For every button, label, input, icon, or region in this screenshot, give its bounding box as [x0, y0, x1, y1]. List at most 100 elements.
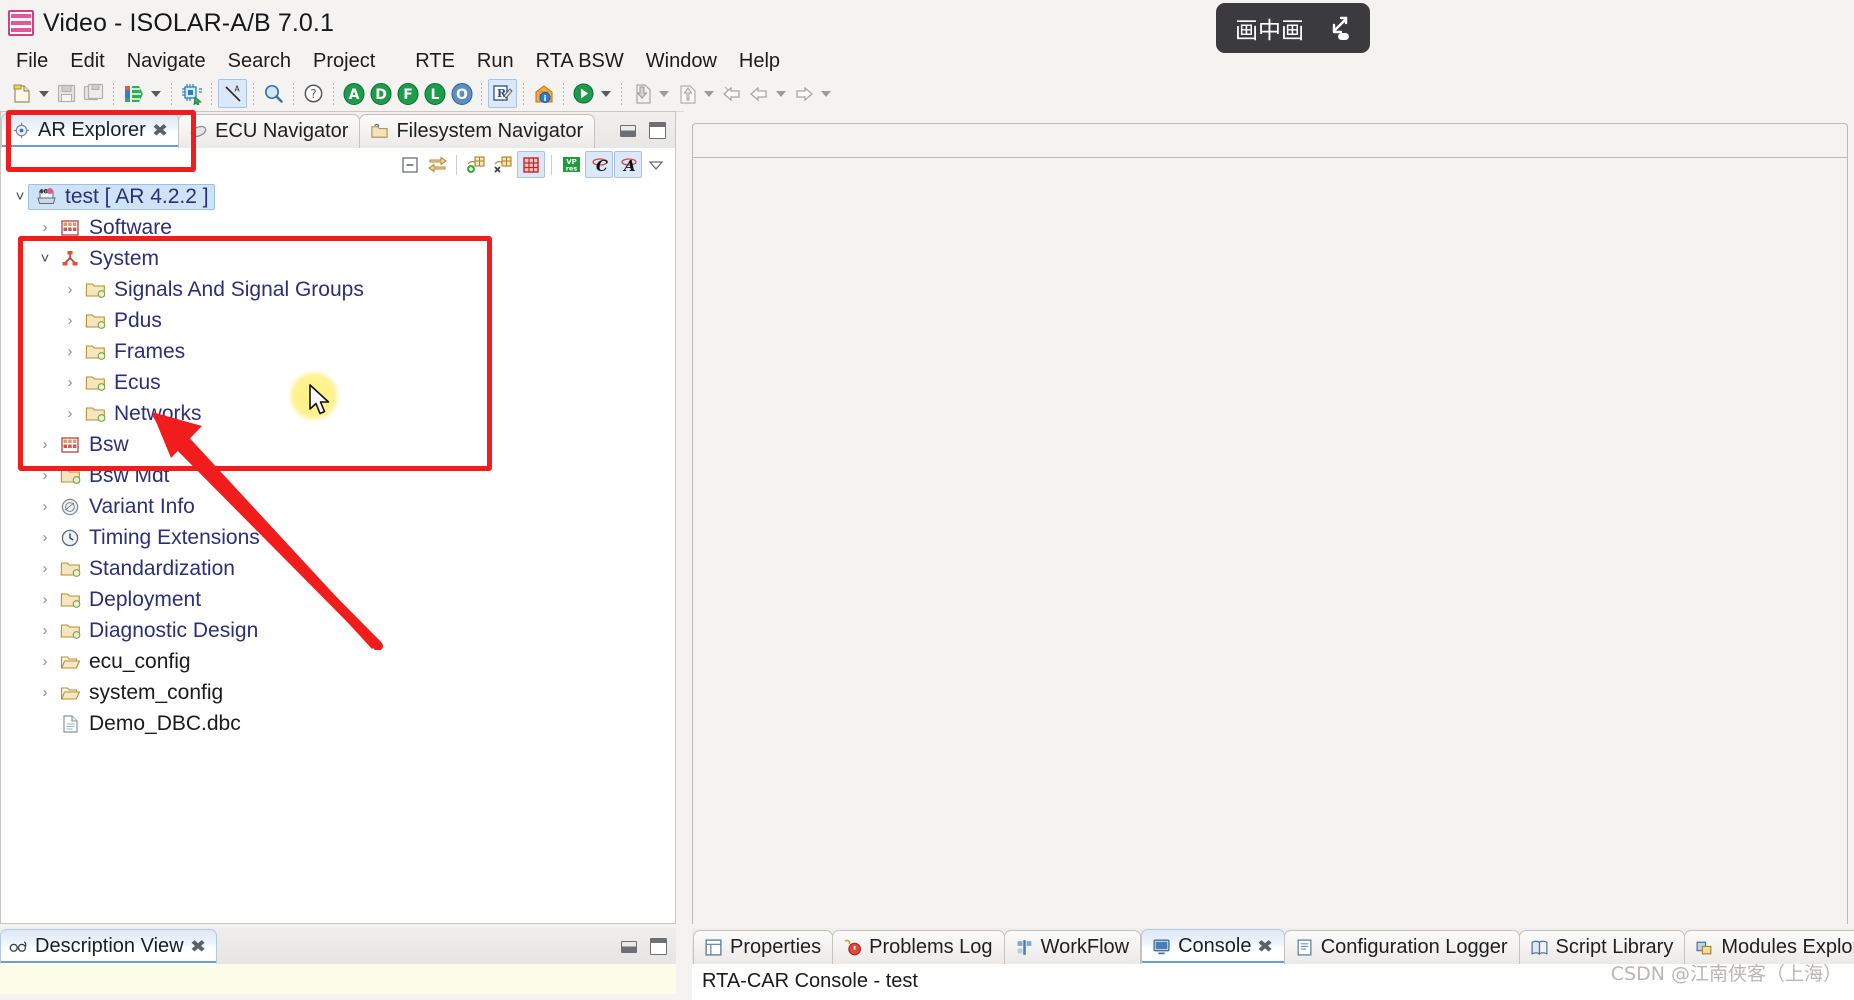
- expander-closed-icon[interactable]: ›: [34, 436, 56, 453]
- import-arxml-icon[interactable]: [120, 80, 147, 107]
- collapse-all-icon[interactable]: [397, 152, 423, 177]
- tree-item-label: System: [89, 246, 160, 270]
- tree-item-pdus[interactable]: › Pdus: [1, 305, 675, 336]
- A-icon[interactable]: A: [340, 80, 367, 107]
- tab-workflow[interactable]: WorkFlow: [1003, 930, 1142, 964]
- ar-explorer-icon: [13, 122, 30, 139]
- new-dropdown-caret[interactable]: [35, 80, 53, 107]
- tree-item-frames[interactable]: › Frames: [1, 336, 675, 367]
- add-table-icon[interactable]: [463, 152, 489, 177]
- menu-rte[interactable]: RTE: [404, 49, 466, 74]
- help-icon[interactable]: ?: [300, 80, 327, 107]
- expander-closed-icon[interactable]: ›: [34, 591, 56, 608]
- ar-explorer-part: AR Explorer ✖ ECU Navigator Filesystem N…: [0, 111, 676, 924]
- close-icon[interactable]: ✖: [190, 937, 206, 957]
- tab-description-view[interactable]: Description View ✖: [0, 929, 217, 964]
- expander-closed-icon[interactable]: ›: [34, 684, 56, 701]
- O-icon[interactable]: O: [448, 80, 475, 107]
- tab-label: Configuration Logger: [1320, 936, 1508, 958]
- ar-explorer-tree[interactable]: ˅ 40 test [ AR 4.2.2 ] › Software ˅ Syst…: [1, 181, 675, 923]
- maximize-panel-button[interactable]: [649, 122, 666, 139]
- vp-res-icon[interactable]: VP res: [558, 152, 584, 177]
- expander-closed-icon[interactable]: ›: [59, 405, 81, 422]
- menu-help[interactable]: Help: [728, 49, 791, 74]
- tree-item-signals-and-signal-groups[interactable]: › Signals And Signal Groups: [1, 274, 675, 305]
- maximize-panel-button[interactable]: [650, 938, 667, 955]
- tree-item-timing-extensions[interactable]: › Timing Extensions: [1, 522, 675, 553]
- tab-ecu-navigator[interactable]: ECU Navigator: [178, 114, 361, 148]
- tree-item-variant-info[interactable]: › Variant Info: [1, 491, 675, 522]
- menu-run[interactable]: Run: [466, 49, 525, 74]
- L-icon[interactable]: L: [421, 80, 448, 107]
- tree-item-demo-dbc[interactable]: Demo_DBC.dbc: [1, 708, 675, 739]
- expander-closed-icon[interactable]: ›: [34, 219, 56, 236]
- tree-item-diagnostic-design[interactable]: › Diagnostic Design: [1, 615, 675, 646]
- tree-item-label: system_config: [89, 680, 224, 704]
- tree-item-standardization[interactable]: › Standardization: [1, 553, 675, 584]
- search-icon[interactable]: [260, 80, 287, 107]
- remove-table-icon[interactable]: [490, 152, 516, 177]
- expander-closed-icon[interactable]: ›: [59, 281, 81, 298]
- menu-rta-bsw[interactable]: RTA BSW: [525, 49, 635, 74]
- menu-file[interactable]: File: [5, 49, 59, 74]
- menu-edit[interactable]: Edit: [59, 49, 115, 74]
- view-toolbar-separator: [551, 154, 552, 175]
- close-icon[interactable]: ✖: [152, 121, 168, 141]
- tree-item-ecu-config[interactable]: › ecu_config: [1, 646, 675, 677]
- tree-item-test[interactable]: ˅ 40 test [ AR 4.2.2 ]: [1, 181, 675, 212]
- F-icon[interactable]: F: [394, 80, 421, 107]
- expander-closed-icon[interactable]: ›: [59, 312, 81, 329]
- close-icon[interactable]: ✖: [1257, 937, 1273, 957]
- explorer-view-toolbar: VP res C A: [1, 148, 675, 182]
- tree-item-deployment[interactable]: › Deployment: [1, 584, 675, 615]
- tab-console[interactable]: Console ✖: [1141, 929, 1285, 964]
- mouse-cursor: [309, 384, 330, 415]
- expander-closed-icon[interactable]: ›: [59, 374, 81, 391]
- c-filter-icon[interactable]: C: [585, 151, 613, 178]
- view-menu-icon[interactable]: [643, 152, 669, 177]
- rte-generate-icon[interactable]: R: [488, 79, 517, 108]
- expander-closed-icon[interactable]: ›: [34, 622, 56, 639]
- tab-ar-explorer[interactable]: AR Explorer ✖: [1, 113, 180, 148]
- grid-filter-icon[interactable]: [517, 151, 545, 178]
- expander-closed-icon[interactable]: ›: [34, 560, 56, 577]
- menu-project[interactable]: Project: [302, 49, 386, 74]
- validate-icon[interactable]: A: [218, 79, 247, 108]
- run-icon[interactable]: [570, 80, 597, 107]
- minimize-panel-button[interactable]: [621, 940, 637, 953]
- tree-item-bsw-mdt[interactable]: › Bsw Mdt: [1, 460, 675, 491]
- tree-item-bsw[interactable]: › Bsw: [1, 429, 675, 460]
- expander-closed-icon[interactable]: ›: [59, 343, 81, 360]
- pip-expand-icon[interactable]: [1320, 13, 1351, 44]
- new-icon[interactable]: [8, 80, 35, 107]
- tree-item-system-config[interactable]: › system_config: [1, 677, 675, 708]
- build-chip-icon[interactable]: [178, 80, 205, 107]
- menu-window[interactable]: Window: [635, 49, 728, 74]
- svg-text:C: C: [596, 157, 608, 175]
- toolbar-separator: [523, 82, 524, 105]
- expander-closed-icon[interactable]: ›: [34, 467, 56, 484]
- menu-search[interactable]: Search: [217, 49, 302, 74]
- tree-item-software[interactable]: › Software: [1, 212, 675, 243]
- picture-in-picture-overlay[interactable]: 画中画: [1216, 3, 1370, 53]
- expander-closed-icon[interactable]: ›: [34, 498, 56, 515]
- expander-closed-icon[interactable]: ›: [34, 653, 56, 670]
- info-home-icon[interactable]: i: [530, 80, 557, 107]
- tab-filesystem-navigator[interactable]: Filesystem Navigator: [359, 114, 596, 148]
- tab-properties[interactable]: Properties: [693, 930, 834, 964]
- import-dropdown-caret[interactable]: [147, 80, 165, 107]
- toolbar-separator: [563, 82, 564, 105]
- tree-item-label: test [ AR 4.2.2 ]: [65, 184, 209, 208]
- expander-open-icon[interactable]: ˅: [34, 250, 56, 267]
- run-dropdown-caret[interactable]: [597, 80, 615, 107]
- a-filter-icon[interactable]: A: [614, 151, 642, 178]
- minimize-panel-button[interactable]: [620, 124, 636, 137]
- tab-problems-log[interactable]: Problems Log: [832, 930, 1005, 964]
- tree-item-system[interactable]: ˅ System: [1, 243, 675, 274]
- expander-closed-icon[interactable]: ›: [34, 529, 56, 546]
- D-icon[interactable]: D: [367, 80, 394, 107]
- menu-bar: File Edit Navigate Search Project RTE Ru…: [0, 46, 1854, 76]
- tab-configuration-logger[interactable]: Configuration Logger: [1283, 930, 1520, 964]
- menu-navigate[interactable]: Navigate: [116, 49, 217, 74]
- link-with-editor-icon[interactable]: [424, 152, 450, 177]
